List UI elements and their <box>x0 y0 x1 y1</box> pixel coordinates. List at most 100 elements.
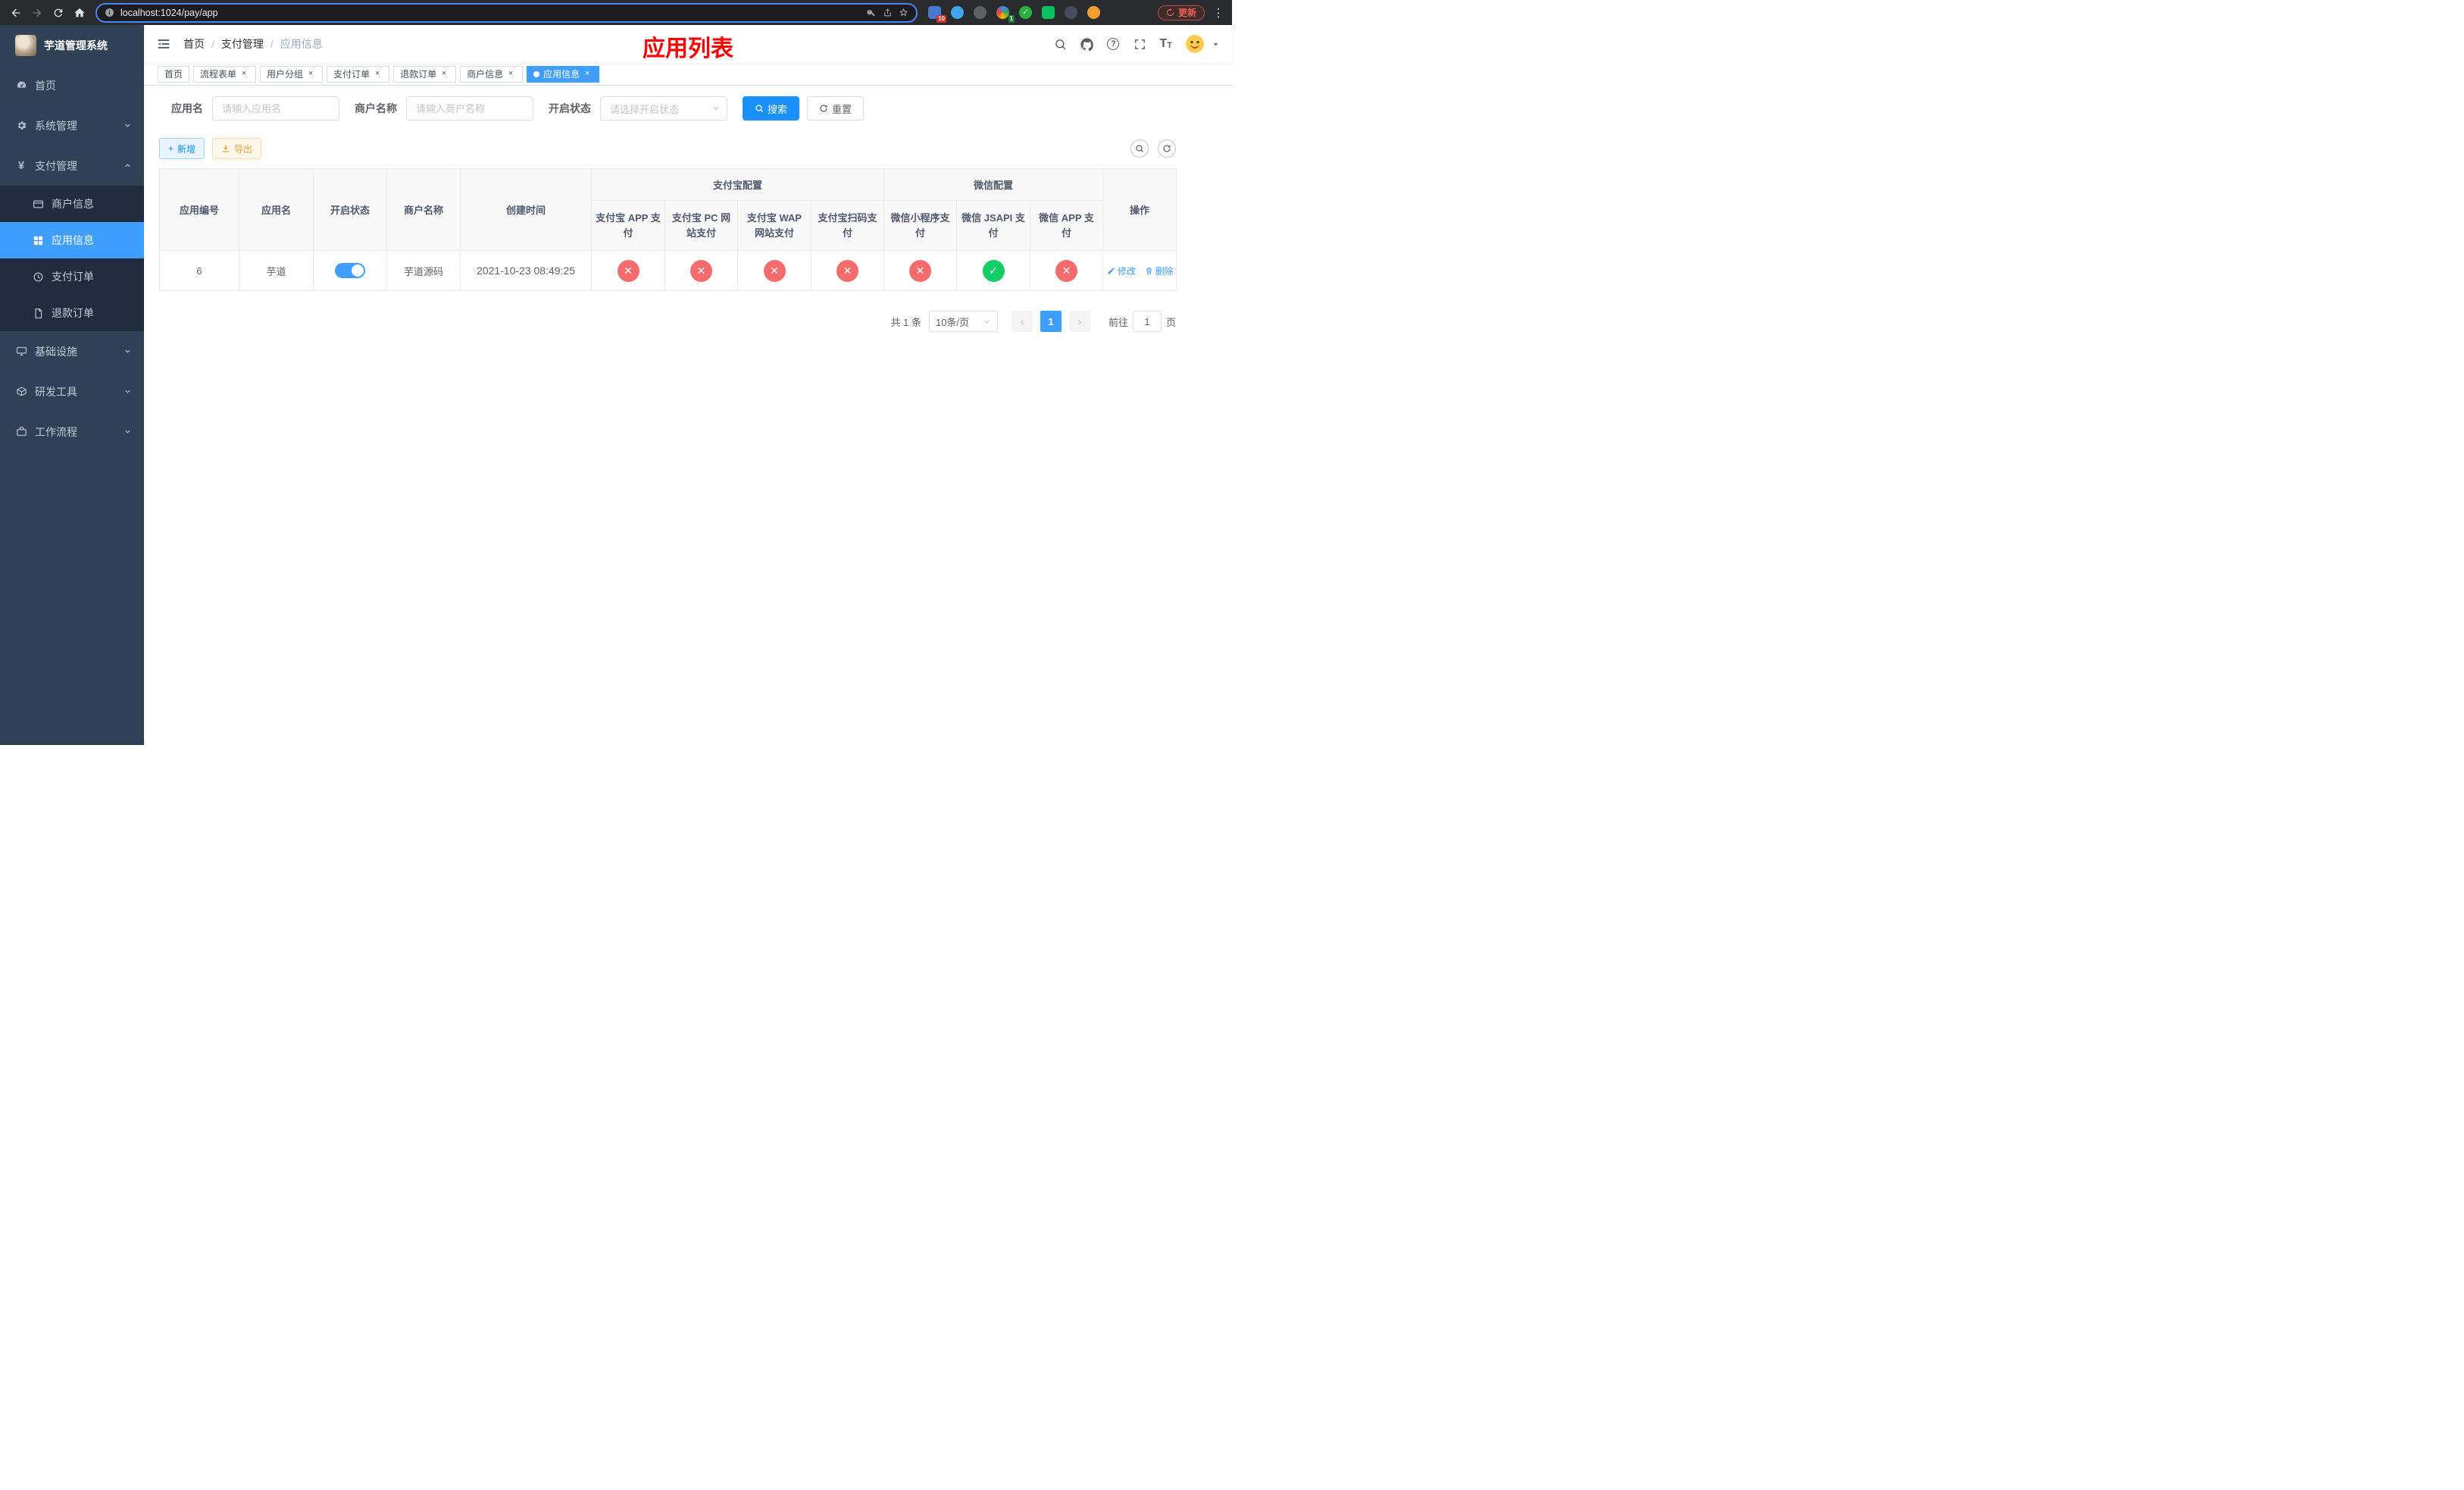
extension-icon-2[interactable] <box>951 6 964 19</box>
extension-icon-6[interactable] <box>1042 6 1055 19</box>
extension-icon-5[interactable]: ✓ <box>1019 6 1032 19</box>
status-toggle[interactable] <box>335 263 365 278</box>
tag-home[interactable]: 首页 <box>158 65 190 83</box>
prev-page-button[interactable]: ‹ <box>1011 311 1033 332</box>
col-merchant: 商户名称 <box>386 168 461 251</box>
col-wechat-app: 微信 APP 支付 <box>1030 200 1104 251</box>
sidebar-item-workflow[interactable]: 工作流程 <box>0 412 144 452</box>
address-bar[interactable]: localhost:1024/pay/app <box>95 2 918 23</box>
extension-icon-3[interactable] <box>974 6 987 19</box>
status-select[interactable]: 请选择开启状态 <box>600 96 727 121</box>
extension-icon-1[interactable]: 10 <box>928 6 946 23</box>
site-info-icon[interactable] <box>105 8 114 17</box>
edit-link[interactable]: 修改 <box>1107 265 1136 277</box>
close-icon[interactable]: × <box>505 69 516 80</box>
browser-menu-button[interactable]: ⋮ <box>1211 6 1226 20</box>
hamburger-icon[interactable] <box>156 36 171 52</box>
tag-user-group[interactable]: 用户分组 × <box>260 65 324 83</box>
extension-icon-7[interactable] <box>1065 6 1077 19</box>
sidebar-item-infrastructure[interactable]: 基础设施 <box>0 331 144 371</box>
url-text[interactable]: localhost:1024/pay/app <box>120 8 861 18</box>
breadcrumb-payment[interactable]: 支付管理 <box>221 36 264 52</box>
status-fail-icon: ✕ <box>836 259 858 282</box>
cell-wechat-app: ✕ <box>1030 250 1104 291</box>
col-alipay-app: 支付宝 APP 支付 <box>591 200 665 251</box>
sidebar-item-app-info[interactable]: 应用信息 <box>0 222 144 258</box>
close-icon[interactable]: × <box>582 69 593 80</box>
apps-table: 应用编号 应用名 开启状态 商户名称 创建时间 支付宝配置 微信配置 操作 支付… <box>159 168 1177 291</box>
navbar: 首页 / 支付管理 / 应用信息 应用列表 ? T T <box>144 25 1232 63</box>
search-icon[interactable] <box>1053 37 1067 51</box>
col-status: 开启状态 <box>313 168 387 251</box>
goto-page-input[interactable] <box>1132 311 1162 332</box>
browser-reload-button[interactable] <box>48 3 68 23</box>
extension-icon-8[interactable] <box>1087 6 1100 19</box>
refresh-icon <box>820 105 827 112</box>
cell-wechat-mini: ✕ <box>883 250 958 291</box>
tag-app-info[interactable]: 应用信息 × <box>527 65 600 83</box>
bookmark-star-icon[interactable] <box>899 8 908 17</box>
goto-page: 前往 页 <box>1108 311 1176 332</box>
forward-arrow-icon <box>33 8 42 17</box>
download-icon <box>223 145 230 152</box>
browser-update-button[interactable]: 更新 <box>1157 5 1205 20</box>
close-icon[interactable]: × <box>239 69 249 80</box>
caret-down-icon[interactable] <box>1212 40 1220 49</box>
refresh-table-button[interactable] <box>1158 139 1176 158</box>
breadcrumb-separator: / <box>270 38 274 50</box>
close-icon[interactable]: × <box>305 69 316 80</box>
sidebar-item-home[interactable]: 首页 <box>0 65 144 105</box>
close-icon[interactable]: × <box>439 69 449 80</box>
browser-forward-button[interactable] <box>27 3 47 23</box>
yen-icon: ¥ <box>17 159 25 172</box>
tag-refund-order[interactable]: 退款订单 × <box>393 65 457 83</box>
monitor-icon <box>15 346 27 358</box>
status-select-placeholder: 请选择开启状态 <box>610 103 680 115</box>
fullscreen-icon[interactable] <box>1133 37 1146 51</box>
reset-button[interactable]: 重置 <box>807 96 865 121</box>
box-icon <box>15 386 27 398</box>
pencil-icon <box>1108 267 1115 274</box>
show-search-button[interactable] <box>1130 139 1149 158</box>
avatar[interactable] <box>1185 34 1205 54</box>
delete-link[interactable]: 删除 <box>1145 265 1174 277</box>
help-icon[interactable]: ? <box>1106 37 1120 51</box>
current-page-button[interactable]: 1 <box>1040 311 1062 332</box>
export-button[interactable]: 导出 <box>212 138 262 159</box>
close-icon[interactable]: × <box>372 69 383 80</box>
next-page-button[interactable]: › <box>1068 311 1090 332</box>
tag-merchant-info[interactable]: 商户信息 × <box>460 65 524 83</box>
page-size-select[interactable]: 10条/页 <box>928 311 998 332</box>
col-wechat-mini: 微信小程序支付 <box>883 200 958 251</box>
merchant-name-input[interactable] <box>406 96 533 121</box>
breadcrumb: 首页 / 支付管理 / 应用信息 <box>183 36 323 52</box>
app-name-input[interactable] <box>212 96 339 121</box>
grid-icon <box>32 234 44 246</box>
tag-process-form[interactable]: 流程表单 × <box>193 65 257 83</box>
home-icon <box>74 8 85 17</box>
sidebar-item-label: 商户信息 <box>52 198 94 210</box>
sidebar-item-system[interactable]: 系统管理 <box>0 105 144 146</box>
sidebar-item-pay-order[interactable]: 支付订单 <box>0 258 144 295</box>
share-icon[interactable] <box>883 8 893 17</box>
search-button[interactable]: 搜索 <box>743 96 800 121</box>
app-logo <box>15 34 36 56</box>
browser-back-button[interactable] <box>6 3 26 23</box>
password-key-icon[interactable] <box>867 8 877 17</box>
chevron-down-icon <box>125 349 130 353</box>
col-actions: 操作 <box>1102 168 1177 251</box>
browser-home-button[interactable] <box>70 3 89 23</box>
sidebar: 芋道管理系统 首页 系统管理 ¥ 支付管理 商户信息 应用信息 支付订单 退款订… <box>0 25 144 745</box>
sidebar-item-payment[interactable]: ¥ 支付管理 <box>0 146 144 186</box>
add-button[interactable]: + 新增 <box>159 138 205 159</box>
breadcrumb-home[interactable]: 首页 <box>183 36 205 52</box>
sidebar-item-dev-tools[interactable]: 研发工具 <box>0 371 144 412</box>
font-size-icon[interactable]: TT <box>1159 38 1172 50</box>
sidebar-item-refund-order[interactable]: 退款订单 <box>0 295 144 331</box>
extension-icon-4[interactable]: 1 <box>996 6 1015 23</box>
navbar-right: ? TT <box>1053 34 1220 54</box>
github-icon[interactable] <box>1080 37 1093 51</box>
sidebar-item-merchant-info[interactable]: 商户信息 <box>0 186 144 222</box>
tag-pay-order[interactable]: 支付订单 × <box>327 65 390 83</box>
app-name-label: 应用名 <box>171 102 203 114</box>
